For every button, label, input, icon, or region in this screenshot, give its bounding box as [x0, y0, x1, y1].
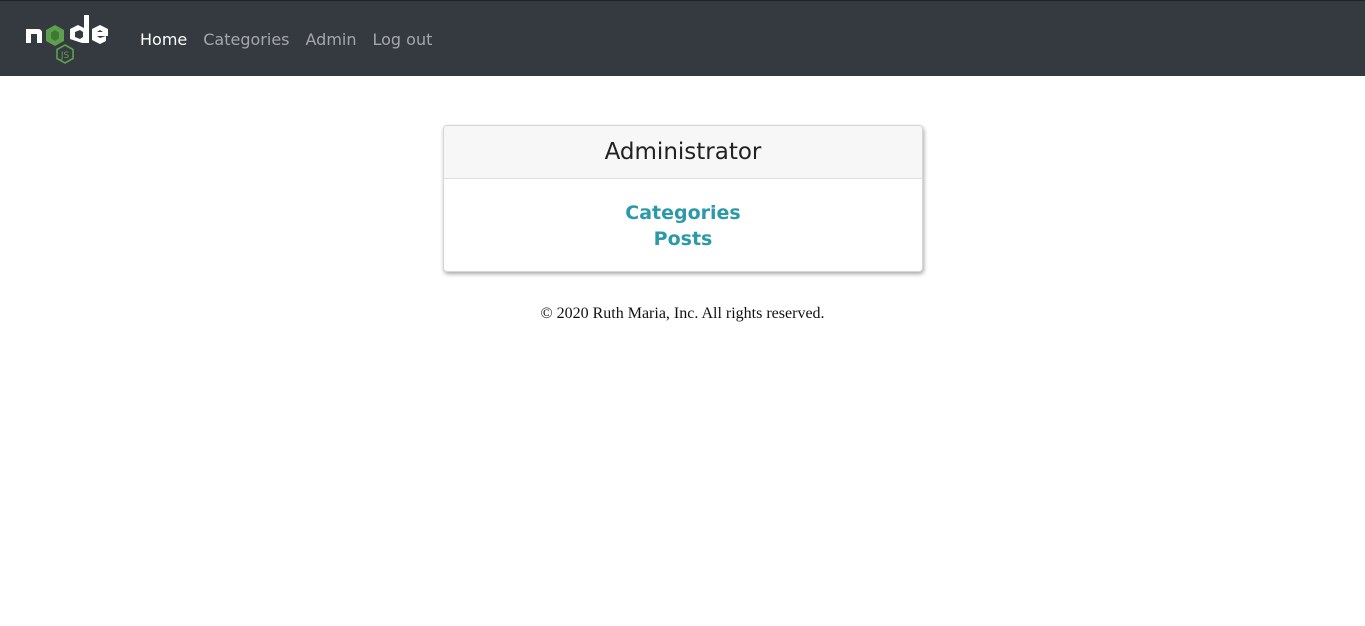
nav-link-categories[interactable]: Categories: [195, 30, 297, 49]
admin-posts-link[interactable]: Posts: [654, 226, 713, 252]
admin-card: Administrator Categories Posts: [443, 125, 923, 272]
navbar: JS Home Categories Admin Log out: [0, 0, 1365, 76]
svg-text:JS: JS: [60, 51, 70, 61]
nav-links: Home Categories Admin Log out: [132, 1, 440, 77]
admin-card-title: Administrator: [604, 139, 762, 165]
nav-link-admin[interactable]: Admin: [298, 30, 365, 49]
admin-categories-link[interactable]: Categories: [625, 200, 740, 226]
footer-copyright: © 2020 Ruth Maria, Inc. All rights reser…: [540, 305, 825, 322]
admin-card-body: Categories Posts: [444, 179, 922, 252]
nav-link-logout[interactable]: Log out: [365, 30, 441, 49]
nodejs-logo-icon[interactable]: JS: [24, 13, 108, 65]
admin-card-header: Administrator: [444, 126, 922, 179]
nav-link-home[interactable]: Home: [132, 30, 195, 49]
